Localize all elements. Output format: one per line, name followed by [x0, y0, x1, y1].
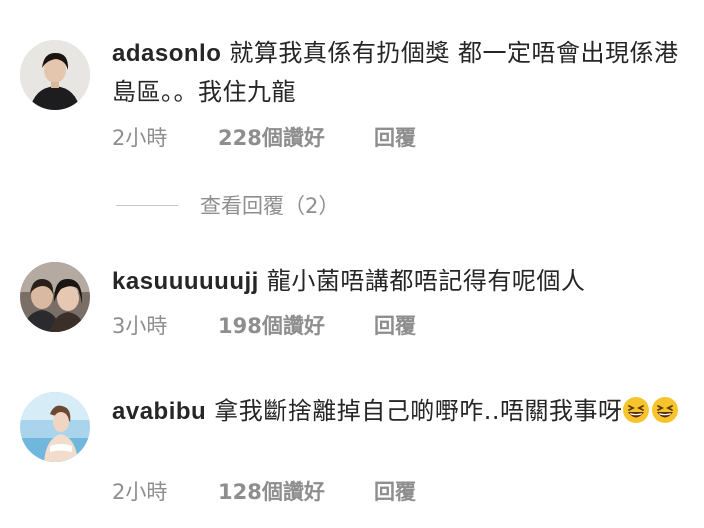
- comment-body: adasonlo 就算我真係有扔個獎 都一定唔會出現係港島區。。我住九龍: [112, 34, 682, 111]
- comment-username[interactable]: adasonlo: [112, 40, 221, 67]
- comments-screen: adasonlo 就算我真係有扔個獎 都一定唔會出現係港島區。。我住九龍 2小時 …: [0, 0, 704, 528]
- user-photo-icon: [20, 392, 90, 462]
- comment-username[interactable]: avabibu: [112, 398, 206, 425]
- reply-button[interactable]: 回覆: [374, 310, 416, 340]
- comment-username[interactable]: kasuuuuuujj: [112, 268, 259, 295]
- reply-button[interactable]: 回覆: [374, 476, 416, 506]
- view-replies-divider: [116, 205, 178, 206]
- laughing-face-emoji: [623, 397, 650, 423]
- comment-text: 拿我斷捨離掉自己啲嘢咋..唔關我事呀: [214, 397, 623, 425]
- comment-time: 2小時: [112, 126, 168, 150]
- comment-body: avabibu 拿我斷捨離掉自己啲嘢咋..唔關我事呀: [112, 392, 682, 431]
- comment-time: 2小時: [112, 480, 168, 504]
- user-photo-icon: [20, 40, 90, 110]
- user-photo-icon: [20, 262, 90, 332]
- comment-text: 龍小菌唔講都唔記得有呢個人: [266, 267, 586, 295]
- comment-time: 3小時: [112, 314, 168, 338]
- comment-likes[interactable]: 228個讚好: [218, 122, 325, 152]
- avatar[interactable]: [20, 392, 90, 462]
- comment-body: kasuuuuuujj 龍小菌唔講都唔記得有呢個人: [112, 262, 682, 301]
- avatar[interactable]: [20, 40, 90, 110]
- avatar[interactable]: [20, 262, 90, 332]
- laughing-face-emoji: [652, 397, 679, 423]
- comment-likes[interactable]: 198個讚好: [218, 310, 325, 340]
- reply-button[interactable]: 回覆: [374, 122, 416, 152]
- view-replies-label: 查看回覆（2）: [200, 194, 340, 218]
- comment-likes[interactable]: 128個讚好: [218, 476, 325, 506]
